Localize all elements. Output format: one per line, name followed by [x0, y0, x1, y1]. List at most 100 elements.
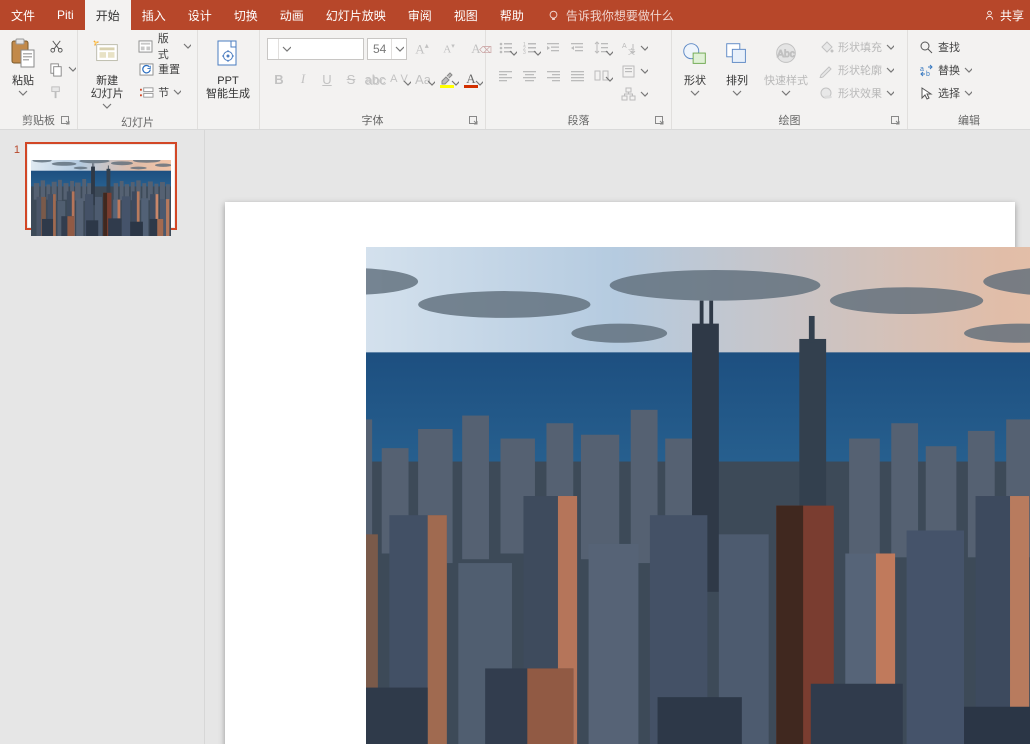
tab-animations[interactable]: 动画 [269, 0, 315, 30]
section-button[interactable]: 节 [135, 81, 194, 103]
align-right-icon [546, 69, 561, 82]
tab-design[interactable]: 设计 [177, 0, 223, 30]
thumbnail-pane[interactable]: 1 [0, 130, 205, 744]
group-paragraph: 123 A文 段落 [486, 30, 672, 129]
tab-home[interactable]: 开始 [85, 0, 131, 30]
paste-label: 粘贴 [12, 75, 34, 87]
format-painter-icon [48, 84, 64, 100]
inc-indent-button[interactable] [565, 37, 589, 61]
char-spacing-button[interactable]: A V [387, 67, 411, 91]
scissors-icon [48, 38, 64, 54]
lightbulb-icon [547, 9, 560, 22]
justify-button[interactable] [565, 63, 589, 87]
chevron-down-icon [183, 42, 191, 50]
cursor-icon [918, 85, 934, 101]
chevron-down-icon [18, 89, 28, 97]
tab-view[interactable]: 视图 [443, 0, 489, 30]
strike-button[interactable]: S [339, 67, 363, 91]
bold-button[interactable]: B [267, 67, 291, 91]
section-icon [138, 84, 154, 100]
paragraph-dialog-launcher[interactable] [654, 115, 666, 127]
numbering-button[interactable]: 123 [517, 37, 541, 61]
italic-icon: I [301, 71, 305, 87]
reset-icon [138, 61, 154, 77]
layout-button[interactable]: 版式 [135, 35, 194, 57]
reset-button[interactable]: 重置 [135, 58, 194, 80]
font-combo[interactable] [267, 38, 364, 60]
tab-file[interactable]: 文件 [0, 0, 46, 30]
ppt-generate-button[interactable]: PPT智能生成 [201, 33, 255, 101]
bullets-button[interactable] [493, 37, 517, 61]
italic-button[interactable]: I [291, 67, 315, 91]
text-direction-button[interactable]: A文 [617, 37, 651, 59]
line-spacing-button[interactable] [589, 37, 613, 61]
align-center-button[interactable] [517, 63, 541, 87]
text-direction-icon: A文 [620, 40, 636, 56]
document-gear-icon [214, 35, 242, 73]
underline-button[interactable]: U [315, 67, 339, 91]
arrange-button[interactable]: 排列 [717, 33, 757, 101]
tab-insert[interactable]: 插入 [131, 0, 177, 30]
menubar: 文件 Piti 开始 插入 设计 切换 动画 幻灯片放映 审阅 视图 帮助 告诉… [0, 0, 1030, 30]
tab-piti[interactable]: Piti [46, 0, 85, 30]
quick-styles-button[interactable]: Abc 快速样式 [759, 33, 813, 101]
thumbnail-slide[interactable] [25, 142, 177, 230]
thumbnail-item[interactable]: 1 [0, 142, 204, 230]
slide-canvas-area[interactable] [205, 130, 1030, 744]
quick-styles-icon: Abc [772, 35, 800, 73]
shape-fill-button[interactable]: 形状填充 [815, 36, 897, 58]
tab-review[interactable]: 审阅 [397, 0, 443, 30]
slide[interactable] [225, 202, 1015, 744]
strike-icon: S [347, 72, 356, 87]
share-icon [983, 9, 996, 22]
chevron-down-icon [403, 75, 411, 90]
grow-font-icon: A▴ [415, 41, 428, 57]
new-slide-button[interactable]: 新建幻灯片 [81, 33, 133, 114]
tab-transitions[interactable]: 切换 [223, 0, 269, 30]
tab-help[interactable]: 帮助 [489, 0, 535, 30]
chevron-down-icon [391, 39, 406, 59]
shrink-font-button[interactable]: A▾ [437, 37, 461, 61]
clipboard-dialog-launcher[interactable] [60, 115, 72, 127]
change-case-button[interactable]: Aa [411, 67, 435, 91]
align-right-button[interactable] [541, 63, 565, 87]
columns-button[interactable] [589, 63, 613, 87]
dec-indent-button[interactable] [541, 37, 565, 61]
tab-slideshow[interactable]: 幻灯片放映 [315, 0, 397, 30]
cut-button[interactable] [45, 35, 79, 57]
replace-button[interactable]: ab替换 [915, 59, 975, 81]
share-button[interactable]: 共享 [983, 7, 1030, 24]
align-text-button[interactable] [617, 60, 651, 82]
tellme[interactable]: 告诉我你想要做什么 [547, 7, 674, 24]
copy-button[interactable] [45, 58, 79, 80]
format-painter-button[interactable] [45, 81, 79, 103]
shapes-button[interactable]: 形状 [675, 33, 715, 101]
shadow-button[interactable]: abc [363, 67, 387, 91]
chevron-down-icon [102, 102, 112, 110]
select-button[interactable]: 选择 [915, 82, 975, 104]
effects-icon [818, 85, 834, 101]
align-left-button[interactable] [493, 63, 517, 87]
font-dialog-launcher[interactable] [468, 115, 480, 127]
shape-effects-button[interactable]: 形状效果 [815, 82, 897, 104]
smartart-button[interactable] [617, 83, 651, 105]
highlight-button[interactable] [435, 67, 459, 91]
bucket-icon [818, 39, 834, 55]
shape-outline-button[interactable]: 形状轮廓 [815, 59, 897, 81]
group-drawing-label: 绘图 [779, 112, 801, 128]
justify-icon [570, 69, 585, 82]
font-color-button[interactable]: A [459, 67, 483, 91]
slide-image[interactable] [366, 247, 1030, 744]
font-size-combo[interactable]: 54 [367, 38, 407, 60]
group-slides-label: 幻灯片 [121, 114, 154, 130]
workspace: 1 [0, 130, 1030, 744]
find-button[interactable]: 查找 [915, 36, 975, 58]
drawing-dialog-launcher[interactable] [890, 115, 902, 127]
clear-format-icon: A⌫ [471, 41, 480, 57]
svg-text:a: a [920, 66, 924, 73]
group-paragraph-label: 段落 [568, 112, 590, 128]
chevron-down-icon [475, 75, 483, 90]
paste-button[interactable]: 粘贴 [3, 33, 43, 101]
clear-format-button[interactable]: A⌫ [464, 37, 488, 61]
grow-font-button[interactable]: A▴ [410, 37, 434, 61]
